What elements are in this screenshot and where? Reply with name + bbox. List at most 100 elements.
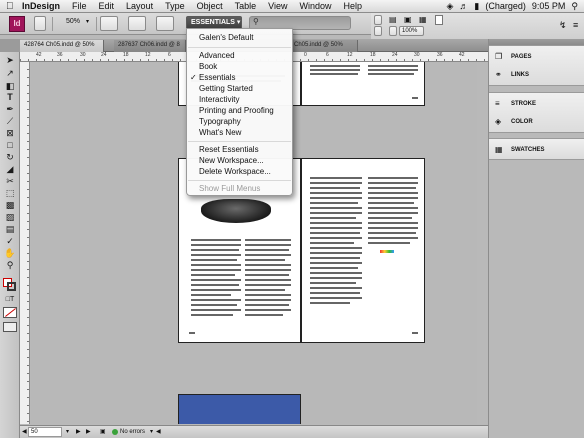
workspace-menu: Galen's Default Advanced Book ✓ Essentia… <box>186 28 293 196</box>
type-tool-icon[interactable]: T <box>3 92 17 103</box>
wifi-icon[interactable]: ◈ <box>446 1 453 12</box>
stepper-down-icon[interactable] <box>374 26 382 36</box>
last-page-icon[interactable]: ▶ <box>86 426 91 438</box>
panel-menu-icon[interactable]: ≡ <box>573 20 578 30</box>
first-page-icon[interactable]: ◀ <box>22 426 27 438</box>
stroke-swatch-icon[interactable] <box>7 282 16 291</box>
next-page-icon[interactable]: ▶ <box>76 426 81 438</box>
fit-content-icon[interactable]: ▦ <box>419 15 427 24</box>
menu-table[interactable]: Table <box>229 1 263 11</box>
app-menu[interactable]: InDesign <box>16 1 66 11</box>
menu-window[interactable]: Window <box>293 1 337 11</box>
scissors-tool-icon[interactable]: ✂ <box>3 176 17 187</box>
volume-icon[interactable]: ♬ <box>459 1 468 11</box>
apply-none-icon[interactable] <box>3 307 17 318</box>
direct-selection-tool-icon[interactable]: ↗ <box>3 68 17 79</box>
indesign-logo: Id <box>9 16 25 32</box>
battery-icon[interactable]: ▮ <box>474 1 479 12</box>
apple-menu-icon[interactable]:  <box>0 1 16 12</box>
stroke-weight-icon[interactable]: ▤ <box>389 15 397 24</box>
scale-tool-icon[interactable]: ◢ <box>3 164 17 175</box>
menu-file[interactable]: File <box>66 1 93 11</box>
menu-item-label: Essentials <box>199 73 236 82</box>
percent-field[interactable]: 100% <box>399 26 424 36</box>
ruler-label: 24 <box>392 52 398 58</box>
tab-ch05[interactable]: 428764 Ch05.indd @ 50% <box>20 40 104 52</box>
rectangle-tool-icon[interactable]: □ <box>3 140 17 151</box>
ruler-label: 6 <box>168 52 171 58</box>
menu-type[interactable]: Type <box>159 1 191 11</box>
panel-links[interactable]: ⚭ LINKS <box>489 67 584 83</box>
tools-panel: ➤ ↗ ◧ T ✒ ⟋ ⊠ □ ↻ ◢ ✂ ⬚ ▩ ▨ ▤ ✓ ✋ ⚲ □T <box>0 52 20 438</box>
lightning-icon[interactable]: ↯ <box>559 20 567 31</box>
vertical-ruler <box>20 62 30 424</box>
menu-clock[interactable]: 9:05 PM <box>532 1 566 11</box>
gradient-tool-icon[interactable]: ▩ <box>3 200 17 211</box>
spotlight-icon[interactable]: ⚲ <box>571 1 578 12</box>
hand-tool-icon[interactable]: ✋ <box>3 248 17 259</box>
note-tool-icon[interactable]: ▤ <box>3 224 17 235</box>
fill-frame-icon[interactable]: ▣ <box>404 15 412 24</box>
screen-mode-tool-icon[interactable] <box>3 322 17 332</box>
ruler-label: 24 <box>101 52 107 58</box>
menu-item-whats-new[interactable]: What's New <box>187 127 292 138</box>
menu-item-galens-default[interactable]: Galen's Default <box>187 32 292 43</box>
menu-item-delete-workspace[interactable]: Delete Workspace... <box>187 166 292 177</box>
page-number-field[interactable]: 50 <box>28 427 62 437</box>
panel-stroke[interactable]: ≡ STROKE <box>489 96 584 112</box>
arrange-documents-icon[interactable] <box>156 16 174 31</box>
menu-layout[interactable]: Layout <box>120 1 159 11</box>
menu-item-new-workspace[interactable]: New Workspace... <box>187 155 292 166</box>
eyedropper-tool-icon[interactable]: ✓ <box>3 236 17 247</box>
menu-item-advanced[interactable]: Advanced <box>187 50 292 61</box>
menu-item-interactivity[interactable]: Interactivity <box>187 94 292 105</box>
ruler-label: 12 <box>347 52 353 58</box>
zoom-level[interactable]: 50% <box>66 18 80 25</box>
menu-edit[interactable]: Edit <box>93 1 121 11</box>
menu-help[interactable]: Help <box>338 1 369 11</box>
pen-tool-icon[interactable]: ✒ <box>3 104 17 115</box>
tab-ch06[interactable]: 287637 Ch06.indd @ 8 <box>114 40 186 52</box>
page-top-right[interactable] <box>301 62 425 106</box>
bridge-icon[interactable] <box>34 16 46 31</box>
menu-item-typography[interactable]: Typography <box>187 116 292 127</box>
swatch-icon[interactable] <box>435 15 443 25</box>
rectangle-frame-tool-icon[interactable]: ⊠ <box>3 128 17 139</box>
menu-view[interactable]: View <box>262 1 293 11</box>
rotate-tool-icon[interactable]: ↻ <box>3 152 17 163</box>
panel-group-pages-links: ❐ PAGES ⚭ LINKS <box>489 45 584 86</box>
panel-label: PAGES <box>511 54 532 60</box>
panel-color[interactable]: ◈ COLOR <box>489 114 584 130</box>
view-options-icon[interactable] <box>100 16 118 31</box>
frame-option-icon[interactable] <box>389 26 397 36</box>
line-tool-icon[interactable]: ⟋ <box>3 116 17 127</box>
preflight-menu-icon[interactable]: ▾ <box>150 426 153 438</box>
panel-swatches[interactable]: ▦ SWATCHES <box>489 142 584 158</box>
page-menu-icon[interactable]: ▾ <box>66 426 69 438</box>
menu-item-essentials[interactable]: ✓ Essentials <box>187 72 292 83</box>
gradient-feather-tool-icon[interactable]: ▨ <box>3 212 17 223</box>
menu-object[interactable]: Object <box>191 1 229 11</box>
preflight-status-text[interactable]: No errors <box>120 426 145 438</box>
menu-item-book[interactable]: Book <box>187 61 292 72</box>
scroll-left-icon[interactable]: ◀ <box>156 426 161 438</box>
stepper-up-icon[interactable] <box>374 15 382 25</box>
menu-item-printing-proofing[interactable]: Printing and Proofing <box>187 105 292 116</box>
open-doc-icon[interactable]: ▣ <box>100 426 106 438</box>
menu-item-getting-started[interactable]: Getting Started <box>187 83 292 94</box>
page-spread-right[interactable] <box>301 158 425 343</box>
free-transform-tool-icon[interactable]: ⬚ <box>3 188 17 199</box>
ruler-label: 30 <box>80 52 86 58</box>
menu-item-reset-essentials[interactable]: Reset Essentials <box>187 144 292 155</box>
screen-mode-icon[interactable] <box>128 16 146 31</box>
selection-tool-icon[interactable]: ➤ <box>3 55 17 66</box>
panel-label: SWATCHES <box>511 147 545 153</box>
page-bottom-blue[interactable] <box>178 394 301 424</box>
panel-label: STROKE <box>511 101 537 107</box>
panel-pages[interactable]: ❐ PAGES <box>489 49 584 65</box>
zoom-tool-icon[interactable]: ⚲ <box>3 260 17 271</box>
page-tool-icon[interactable]: ◧ <box>3 81 17 92</box>
zoom-dropdown-icon[interactable]: ▾ <box>86 18 89 25</box>
formatting-container-icon[interactable]: □T <box>3 294 17 305</box>
tab-ch05-second[interactable]: Ch05.indd @ 50% <box>290 40 358 52</box>
